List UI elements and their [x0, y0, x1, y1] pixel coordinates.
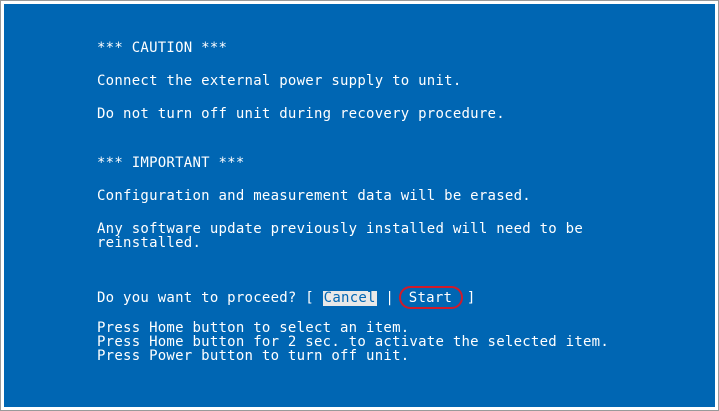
option-separator: | [376, 290, 403, 306]
screenshot-frame: *** CAUTION *** Connect the external pow… [0, 0, 719, 411]
important-heading: *** IMPORTANT *** [97, 155, 245, 171]
instruction-activate-item: Press Home button for 2 sec. to activate… [97, 334, 610, 350]
important-reinstalled-text: reinstalled. [97, 235, 202, 251]
proceed-question: Do you want to proceed? [ [97, 290, 323, 306]
start-option[interactable]: Start [398, 285, 463, 309]
caution-do-not-turn-off-text: Do not turn off unit during recovery pro… [97, 106, 505, 122]
start-option-label: Start [408, 289, 453, 306]
recovery-screen: *** CAUTION *** Connect the external pow… [4, 4, 715, 407]
proceed-prompt: Do you want to proceed? [ Cancel | Start… [97, 285, 476, 309]
instruction-turn-off-unit: Press Power button to turn off unit. [97, 348, 410, 364]
caution-heading: *** CAUTION *** [97, 40, 228, 56]
important-data-erased-text: Configuration and measurement data will … [97, 188, 531, 204]
cancel-option[interactable]: Cancel [322, 290, 377, 306]
caution-power-supply-text: Connect the external power supply to uni… [97, 73, 462, 89]
close-bracket: ] [458, 290, 476, 306]
instruction-select-item: Press Home button to select an item. [97, 320, 410, 336]
important-software-update-text: Any software update previously installed… [97, 221, 584, 237]
